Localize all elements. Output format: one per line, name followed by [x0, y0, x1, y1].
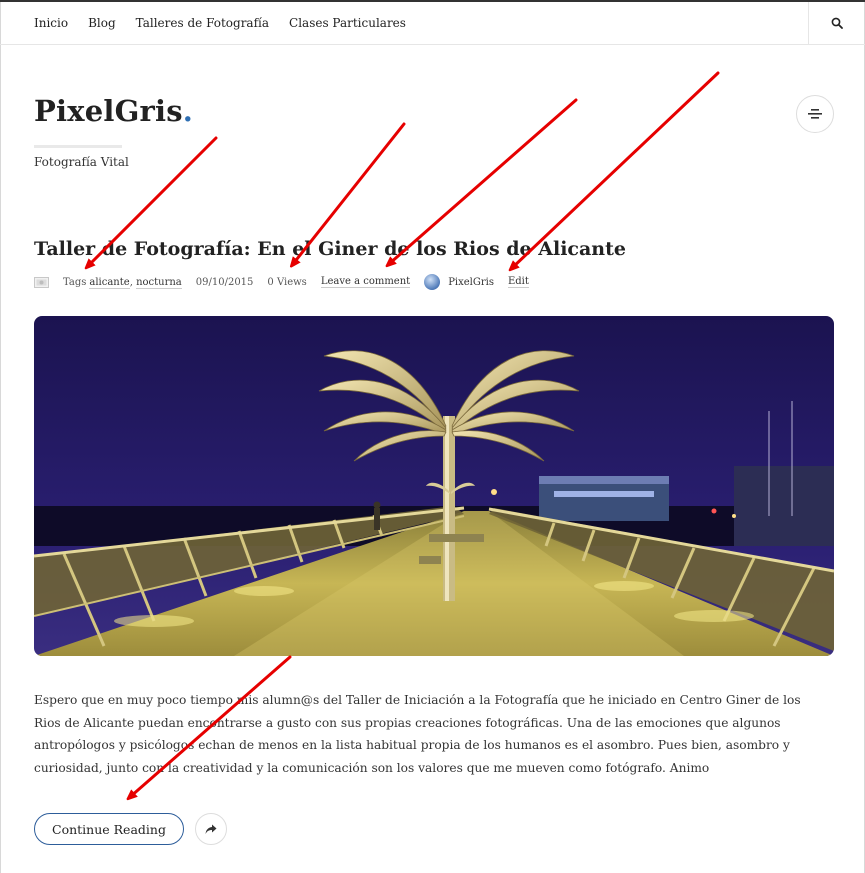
- search-icon: [831, 17, 843, 29]
- image-format-icon: [34, 276, 49, 288]
- page-border-left: [0, 0, 1, 873]
- menu-icon: [808, 109, 822, 119]
- nav-item-inicio[interactable]: Inicio: [34, 16, 68, 30]
- site-title[interactable]: PixelGris.: [34, 94, 193, 128]
- nav-menu: Inicio Blog Talleres de Fotografía Clase…: [34, 2, 406, 44]
- author-link[interactable]: PixelGris: [448, 277, 494, 288]
- nav-item-talleres[interactable]: Talleres de Fotografía: [136, 16, 269, 30]
- site-tagline: Fotografía Vital: [34, 155, 129, 169]
- post-views: 0 Views: [267, 276, 307, 288]
- featured-image[interactable]: [34, 316, 834, 656]
- share-button[interactable]: [195, 813, 227, 845]
- author-avatar: [424, 274, 441, 290]
- nav-item-blog[interactable]: Blog: [88, 16, 116, 30]
- nav-item-clases[interactable]: Clases Particulares: [289, 16, 406, 30]
- featured-photo: [34, 316, 834, 656]
- continue-reading-button[interactable]: Continue Reading: [34, 813, 184, 845]
- post-excerpt: Espero que en muy poco tiempo mis alumn@…: [34, 693, 801, 775]
- tags-label: Tags: [63, 276, 87, 288]
- site-title-dot: .: [182, 94, 194, 128]
- brand-divider: [34, 145, 122, 148]
- menu-button[interactable]: [796, 95, 834, 133]
- share-icon: [205, 824, 217, 834]
- top-navigation: Inicio Blog Talleres de Fotografía Clase…: [0, 2, 865, 45]
- tag-link-nocturna[interactable]: nocturna: [136, 276, 182, 289]
- post-date: 09/10/2015: [195, 276, 254, 288]
- tag-link-alicante[interactable]: alicante: [89, 276, 130, 289]
- leave-comment-link[interactable]: Leave a comment: [320, 276, 411, 288]
- post-title[interactable]: Taller de Fotografía: En el Giner de los…: [34, 238, 626, 260]
- site-name: PixelGris: [34, 94, 183, 128]
- post-meta: Tags alicante, nocturna 09/10/2015 0 Vie…: [34, 272, 529, 292]
- edit-link[interactable]: Edit: [507, 276, 529, 288]
- search-button[interactable]: [808, 2, 865, 44]
